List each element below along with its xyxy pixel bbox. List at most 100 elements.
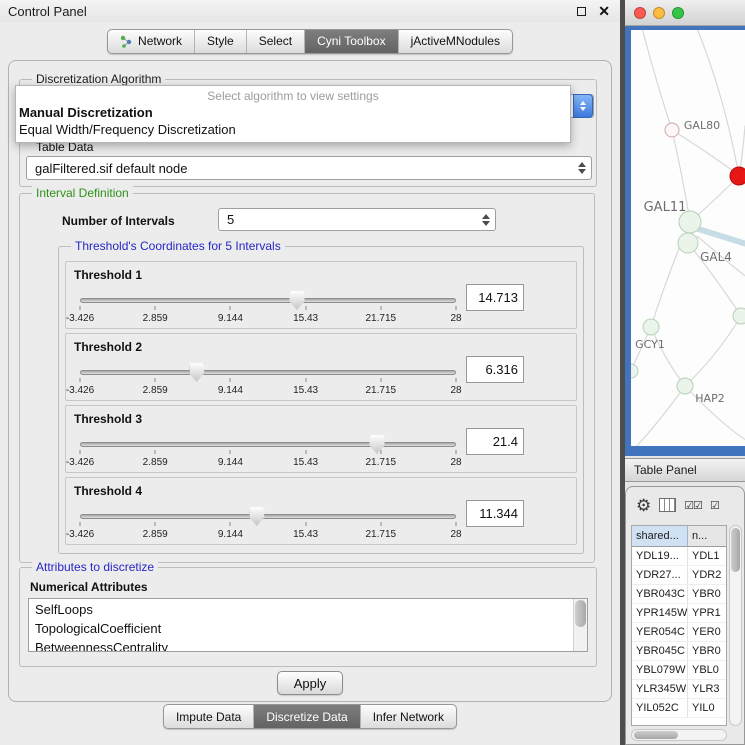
combobox-arrows-icon [573, 157, 591, 179]
table-data-select-value: galFiltered.sif default node [35, 161, 573, 176]
column-header-shared-name[interactable]: shared... [632, 526, 688, 546]
tab-network[interactable]: Network [108, 30, 194, 53]
table-row[interactable]: YDR27...YDR2 [632, 566, 726, 585]
slider-thumb[interactable] [370, 435, 385, 454]
zoom-traffic-light[interactable] [672, 7, 684, 19]
slider-track[interactable] [80, 514, 456, 519]
close-traffic-light[interactable] [634, 7, 646, 19]
slider-thumb[interactable] [249, 507, 264, 526]
column-header-name[interactable]: n... [688, 526, 726, 546]
tab-style[interactable]: Style [194, 30, 246, 53]
table-cell: YPR145W [632, 604, 688, 622]
table-cell: YBR043C [632, 585, 688, 603]
threshold-4-slider[interactable]: -3.4262.8599.14415.4321.71528 [80, 514, 456, 540]
table-row[interactable]: YLR345WYLR3 [632, 680, 726, 699]
close-icon[interactable]: ✕ [598, 5, 610, 17]
gear-icon[interactable]: ⚙ [636, 497, 651, 514]
interval-definition-group: Interval Definition Number of Intervals … [19, 193, 595, 563]
slider-track[interactable] [80, 370, 456, 375]
network-edge[interactable] [695, 30, 739, 176]
cyni-mode-tabs: Impute Data Discretize Data Infer Networ… [163, 704, 457, 729]
network-node[interactable] [678, 233, 698, 253]
slider-track[interactable] [80, 298, 456, 303]
node-label: GAL80 [684, 119, 720, 132]
restore-icon[interactable] [577, 7, 586, 16]
tab-cyni-toolbox[interactable]: Cyni Toolbox [304, 30, 397, 53]
network-edge[interactable] [641, 30, 672, 130]
columns-icon[interactable] [659, 498, 676, 512]
table-panel-title: Table Panel [634, 463, 697, 477]
slider-tick-label: 2.859 [143, 385, 168, 396]
dropdown-item-manual-discretization[interactable]: Manual Discretization [16, 104, 570, 121]
network-edge[interactable] [685, 316, 741, 386]
tab-impute-data[interactable]: Impute Data [164, 705, 253, 728]
slider-thumb[interactable] [290, 291, 305, 310]
attribute-item[interactable]: TopologicalCoefficient [29, 619, 572, 638]
slider-ticks: -3.4262.8599.14415.4321.71528 [80, 526, 456, 542]
list-scrollbar[interactable] [573, 599, 587, 651]
table-cell: YBL0 [688, 661, 726, 679]
slider-tick-mark [456, 306, 457, 310]
select-column-icon[interactable]: ☑ [710, 499, 719, 512]
threshold-3-slider[interactable]: -3.4262.8599.14415.4321.71528 [80, 442, 456, 468]
combobox-stepper-icon[interactable] [573, 94, 593, 118]
threshold-label: Threshold 2 [74, 340, 142, 354]
threshold-2-value-input[interactable]: 6.316 [466, 356, 524, 383]
slider-tick-mark [380, 450, 381, 454]
network-canvas[interactable]: GAL80GAL11GAL4GCY1HAP2 [631, 30, 745, 446]
tab-label: Style [207, 34, 234, 48]
threshold-3-value-input[interactable]: 21.4 [466, 428, 524, 455]
tab-infer-network[interactable]: Infer Network [360, 705, 456, 728]
tab-select[interactable]: Select [246, 30, 304, 53]
table-row[interactable]: YBR045CYBR0 [632, 642, 726, 661]
slider-tick-label: 9.144 [218, 385, 243, 396]
threshold-2-slider[interactable]: -3.4262.8599.14415.4321.71528 [80, 370, 456, 396]
threshold-1-value-input[interactable]: 14.713 [466, 284, 524, 311]
bottom-tabrow: Impute Data Discretize Data Infer Networ… [0, 704, 620, 729]
slider-tick-label: 28 [450, 313, 461, 324]
slider-tick-label: -3.426 [66, 529, 94, 540]
table-hscrollbar[interactable] [631, 729, 727, 741]
table-header-row: shared... n... [632, 526, 726, 547]
network-node[interactable] [733, 308, 745, 324]
table-row[interactable]: YER054CYER0 [632, 623, 726, 642]
table-hscrollbar-thumb[interactable] [634, 731, 678, 739]
table-vscrollbar-thumb[interactable] [731, 528, 740, 572]
select-all-columns-icon[interactable]: ☑☑ [684, 499, 702, 512]
network-edge[interactable] [635, 386, 685, 446]
attribute-item[interactable]: SelfLoops [29, 600, 572, 619]
slider-tick-mark [305, 450, 306, 454]
table-row[interactable]: YIL052CYIL0 [632, 699, 726, 718]
intervals-select[interactable]: 5 [218, 208, 496, 231]
dropdown-placeholder: Select algorithm to view settings [16, 89, 570, 104]
table-row[interactable]: YBL079WYBL0 [632, 661, 726, 680]
slider-thumb[interactable] [189, 363, 204, 382]
table-data-select[interactable]: galFiltered.sif default node [26, 156, 592, 180]
threshold-2-block: Threshold 2 -3.4262.8599.14415.4321.7152… [65, 333, 577, 401]
table-row[interactable]: YBR043CYBR0 [632, 585, 726, 604]
table-row[interactable]: YPR145WYPR1 [632, 604, 726, 623]
tab-jactivemnodules[interactable]: jActiveMNodules [398, 30, 512, 53]
attribute-item[interactable]: BetweennessCentrality [29, 638, 572, 652]
network-node[interactable] [665, 123, 679, 137]
network-edge[interactable] [672, 130, 733, 171]
network-node[interactable] [631, 364, 638, 378]
minimize-traffic-light[interactable] [653, 7, 665, 19]
tab-discretize-data[interactable]: Discretize Data [253, 705, 359, 728]
list-scrollbar-thumb[interactable] [575, 600, 586, 627]
network-node[interactable] [643, 319, 659, 335]
table-cell: YDR27... [632, 566, 688, 584]
network-edge[interactable] [651, 327, 685, 386]
dropdown-item-equal-width-frequency[interactable]: Equal Width/Frequency Discretization [16, 121, 570, 138]
slider-tick-mark [80, 450, 81, 454]
slider-tick-label: 15.43 [293, 529, 318, 540]
table-row[interactable]: YDL19...YDL1 [632, 547, 726, 566]
network-node[interactable] [730, 167, 745, 185]
threshold-4-value-input[interactable]: 11.344 [466, 500, 524, 527]
table-vscrollbar[interactable] [729, 525, 742, 726]
network-edge[interactable] [695, 228, 745, 246]
slider-track[interactable] [80, 442, 456, 447]
threshold-1-slider[interactable]: -3.4262.8599.14415.4321.71528 [80, 298, 456, 324]
network-node[interactable] [677, 378, 693, 394]
apply-button[interactable]: Apply [277, 671, 343, 695]
